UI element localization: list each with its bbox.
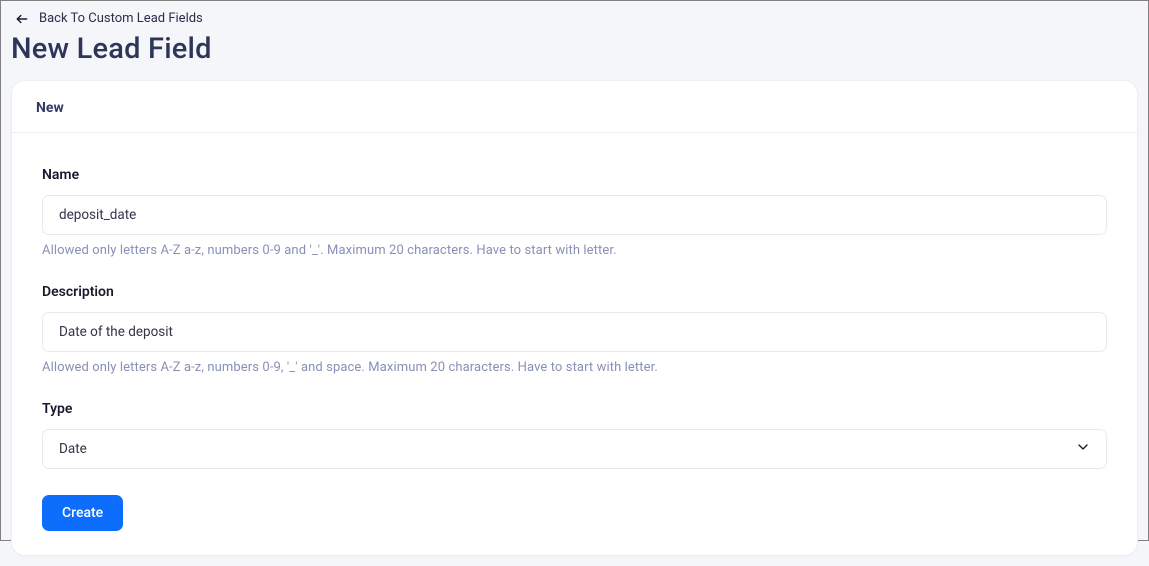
description-label: Description xyxy=(42,284,1107,300)
card-title: New xyxy=(36,100,64,116)
card-header: New xyxy=(12,81,1137,133)
name-hint: Allowed only letters A-Z a-z, numbers 0-… xyxy=(42,243,1107,258)
create-button[interactable]: Create xyxy=(42,495,123,531)
type-select[interactable]: Date xyxy=(42,429,1107,469)
form-card: New Name Allowed only letters A-Z a-z, n… xyxy=(11,80,1138,556)
back-link-label: Back To Custom Lead Fields xyxy=(39,11,203,26)
description-hint: Allowed only letters A-Z a-z, numbers 0-… xyxy=(42,360,1107,375)
name-label: Name xyxy=(42,167,1107,183)
back-link[interactable]: Back To Custom Lead Fields xyxy=(11,11,1138,30)
card-body: Name Allowed only letters A-Z a-z, numbe… xyxy=(12,133,1137,555)
page-title: New Lead Field xyxy=(11,32,1138,66)
name-input[interactable] xyxy=(42,195,1107,235)
name-group: Name Allowed only letters A-Z a-z, numbe… xyxy=(42,167,1107,258)
description-group: Description Allowed only letters A-Z a-z… xyxy=(42,284,1107,375)
type-group: Type Date xyxy=(42,401,1107,469)
type-label: Type xyxy=(42,401,1107,417)
description-input[interactable] xyxy=(42,312,1107,352)
arrow-left-icon xyxy=(15,12,29,26)
